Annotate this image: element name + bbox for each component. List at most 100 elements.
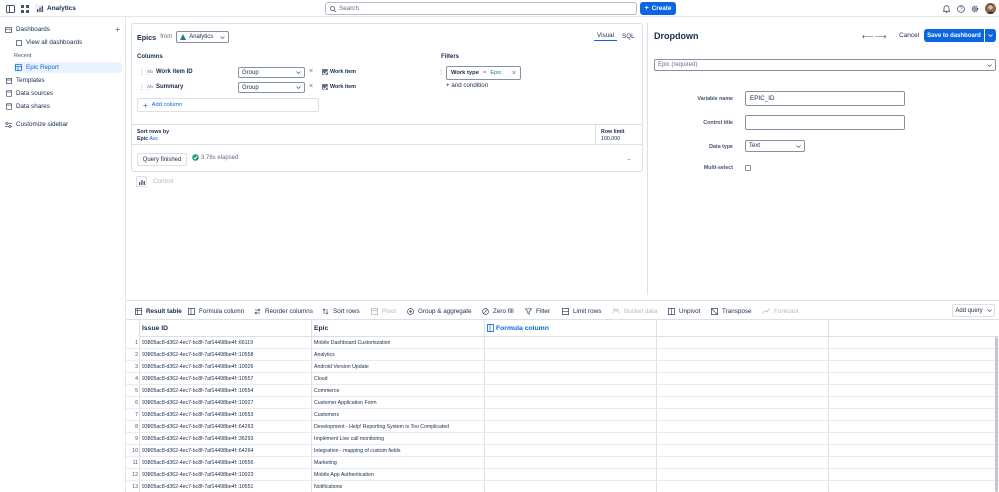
column-header-issue-id[interactable]: Issue ID <box>139 320 311 337</box>
save-to-dashboard-button[interactable]: Save to dashboard <box>924 29 984 42</box>
help-icon[interactable]: ? <box>955 3 967 15</box>
table-row[interactable]: 6 93805ac8-d362-4ec7-bc8f-7af14498be4f::1… <box>126 397 999 409</box>
issue-id-cell[interactable]: 93805ac8-d362-4ec7-bc8f-7af14498be4f::10… <box>139 373 311 385</box>
add-column-button[interactable]: + Add column <box>137 98 319 112</box>
app-logo[interactable]: Analytics <box>35 3 76 14</box>
sort-section[interactable]: Sort rows by Epic Asc <box>137 129 169 142</box>
query-entity[interactable]: Epics <box>137 33 156 42</box>
issue-id-cell[interactable]: 93805ac8-d362-4ec7-bc8f-7af14498be4f::64… <box>139 421 311 433</box>
settings-gear-icon[interactable] <box>969 3 981 15</box>
sidebar-item-templates[interactable]: Templates <box>4 75 122 86</box>
epic-cell[interactable]: Analytics <box>311 349 484 361</box>
row-number[interactable]: 5 <box>126 385 138 397</box>
row-number[interactable]: 10 <box>126 445 138 457</box>
issue-id-cell[interactable]: 93805ac8-d362-4ec7-bc8f-7af14498be4f::10… <box>139 385 311 397</box>
table-row[interactable]: 11 93805ac8-d362-4ec7-bc8f-7af14498be4f::… <box>126 457 999 469</box>
add-condition-link[interactable]: + and condition <box>446 82 488 89</box>
save-options-chevron-icon[interactable] <box>985 29 996 42</box>
epic-cell[interactable]: Cloud <box>311 373 484 385</box>
cancel-button[interactable]: Cancel <box>899 32 919 39</box>
sidebar-item-data-sources[interactable]: Data sources <box>4 88 122 99</box>
row-number[interactable]: 6 <box>126 397 138 409</box>
table-row[interactable]: 10 93805ac8-d362-4ec7-bc8f-7af14498be4f::… <box>126 445 999 457</box>
issue-id-cell[interactable]: 93805ac8-d362-4ec7-bc8f-7af14498be4f::36… <box>139 433 311 445</box>
table-row[interactable]: 8 93805ac8-d362-4ec7-bc8f-7af14498be4f::6… <box>126 421 999 433</box>
zero-fill-button[interactable]: Zero fill <box>482 305 514 317</box>
limit-rows-button[interactable]: Limit rows <box>562 305 601 317</box>
issue-id-cell[interactable]: 93805ac8-d362-4ec7-bc8f-7af14498be4f::64… <box>139 445 311 457</box>
add-query-button[interactable]: Add query <box>952 304 995 317</box>
issue-id-cell[interactable]: 93805ac8-d362-4ec7-bc8f-7af14498be4f::10… <box>139 409 311 421</box>
epic-cell[interactable]: Customer Application Form <box>311 397 484 409</box>
column-name[interactable]: Work item ID <box>156 69 193 75</box>
issue-id-cell[interactable]: 93805ac8-d362-4ec7-bc8f-7af14498be4f::66… <box>139 337 311 349</box>
issue-id-cell[interactable]: 93805ac8-d362-4ec7-bc8f-7af14498be4f::10… <box>139 457 311 469</box>
row-number[interactable]: 9 <box>126 433 138 445</box>
sort-rows-button[interactable]: Sort rows <box>322 305 360 317</box>
epic-cell[interactable]: Customers <box>311 409 484 421</box>
table-row[interactable]: 4 93805ac8-d362-4ec7-bc8f-7af14498be4f::1… <box>126 373 999 385</box>
remove-column-icon[interactable]: × <box>309 68 313 75</box>
tab-visual[interactable]: Visual <box>594 31 618 41</box>
multi-select-checkbox[interactable] <box>745 165 751 171</box>
epic-select[interactable]: Epic (required) <box>654 59 996 71</box>
epic-cell[interactable]: Mobile App Authentication <box>311 469 484 481</box>
control-item[interactable]: Control <box>136 176 173 187</box>
unpivot-button[interactable]: Unpivot <box>668 305 700 317</box>
control-title-input[interactable] <box>745 115 905 130</box>
pivot-button[interactable]: Pivot <box>371 305 396 317</box>
drag-handle-icon[interactable]: ⋮ <box>438 69 444 76</box>
group-aggregate-button[interactable]: Group & aggregate <box>407 305 472 317</box>
filter-button[interactable]: Filter <box>525 305 550 317</box>
epic-cell[interactable]: Notifications <box>311 481 484 492</box>
table-row[interactable]: 5 93805ac8-d362-4ec7-bc8f-7af14498be4f::1… <box>126 385 999 397</box>
row-number[interactable]: 12 <box>126 469 138 481</box>
column-checkbox[interactable]: Work item <box>322 84 356 90</box>
create-button[interactable]: + Create <box>640 2 676 15</box>
row-limit-section[interactable]: Row limit 100,000 <box>595 125 642 144</box>
row-number[interactable]: 13 <box>126 481 138 492</box>
remove-column-icon[interactable]: × <box>309 83 313 90</box>
sidebar-toggle-icon[interactable] <box>4 3 16 15</box>
row-number[interactable]: 1 <box>126 337 138 349</box>
add-dashboard-icon[interactable]: + <box>115 25 120 34</box>
epic-cell[interactable]: Android Version Update <box>311 361 484 373</box>
filter-pill[interactable]: Work type = Epic × <box>446 66 521 80</box>
result-table-tab[interactable]: Result table <box>135 305 182 317</box>
remove-filter-icon[interactable]: × <box>512 70 516 77</box>
tab-sql[interactable]: SQL <box>619 32 638 41</box>
epic-cell[interactable]: Development - Help! Reporting System is … <box>311 421 484 433</box>
epic-cell[interactable]: Implement Live call monitoring <box>311 433 484 445</box>
epic-cell[interactable]: Integration - mapping of custom fields <box>311 445 484 457</box>
bucket-data-button[interactable]: Bucket data <box>612 305 657 317</box>
table-row[interactable]: 9 93805ac8-d362-4ec7-bc8f-7af14498be4f::3… <box>126 433 999 445</box>
issue-id-cell[interactable]: 93805ac8-d362-4ec7-bc8f-7af14498be4f::10… <box>139 481 311 492</box>
sidebar-item-epic-report[interactable]: Epic Report <box>14 62 122 73</box>
row-number[interactable]: 4 <box>126 373 138 385</box>
search-input[interactable]: Search <box>325 2 637 15</box>
table-row[interactable]: 7 93805ac8-d362-4ec7-bc8f-7af14498be4f::1… <box>126 409 999 421</box>
sort-direction[interactable]: Asc <box>149 136 158 142</box>
sidebar-item-dashboards[interactable]: Dashboards + <box>4 24 122 35</box>
sidebar-item-customize[interactable]: Customize sidebar <box>4 119 122 130</box>
sidebar-item-data-shares[interactable]: Data shares <box>4 101 122 112</box>
data-source-select[interactable]: Analytics <box>176 31 230 43</box>
app-switcher-icon[interactable] <box>19 3 31 15</box>
sidebar-item-view-all[interactable]: View all dashboards <box>14 37 122 48</box>
row-number[interactable]: 7 <box>126 409 138 421</box>
data-type-select[interactable]: Text <box>745 140 805 152</box>
column-checkbox[interactable]: Work item <box>322 69 356 75</box>
epic-cell[interactable]: Mobile Dashboard Customization <box>311 337 484 349</box>
table-row[interactable]: 13 93805ac8-d362-4ec7-bc8f-7af14498be4f::… <box>126 481 999 492</box>
aggregation-select[interactable]: Group <box>238 82 305 93</box>
reorder-columns-button[interactable]: Reorder columns <box>254 305 313 317</box>
row-number[interactable]: 11 <box>126 457 138 469</box>
user-avatar[interactable] <box>985 3 996 14</box>
issue-id-cell[interactable]: 93805ac8-d362-4ec7-bc8f-7af14498be4f::10… <box>139 349 311 361</box>
table-row[interactable]: 2 93805ac8-d362-4ec7-bc8f-7af14498be4f::1… <box>126 349 999 361</box>
forecast-button[interactable]: Forecast <box>762 305 799 317</box>
redo-icon[interactable]: ⟶ <box>875 32 886 41</box>
column-name[interactable]: Summary <box>156 84 183 90</box>
variable-name-input[interactable]: EPIC_ID <box>745 91 905 106</box>
column-header-formula[interactable]: Formula column <box>484 320 656 337</box>
